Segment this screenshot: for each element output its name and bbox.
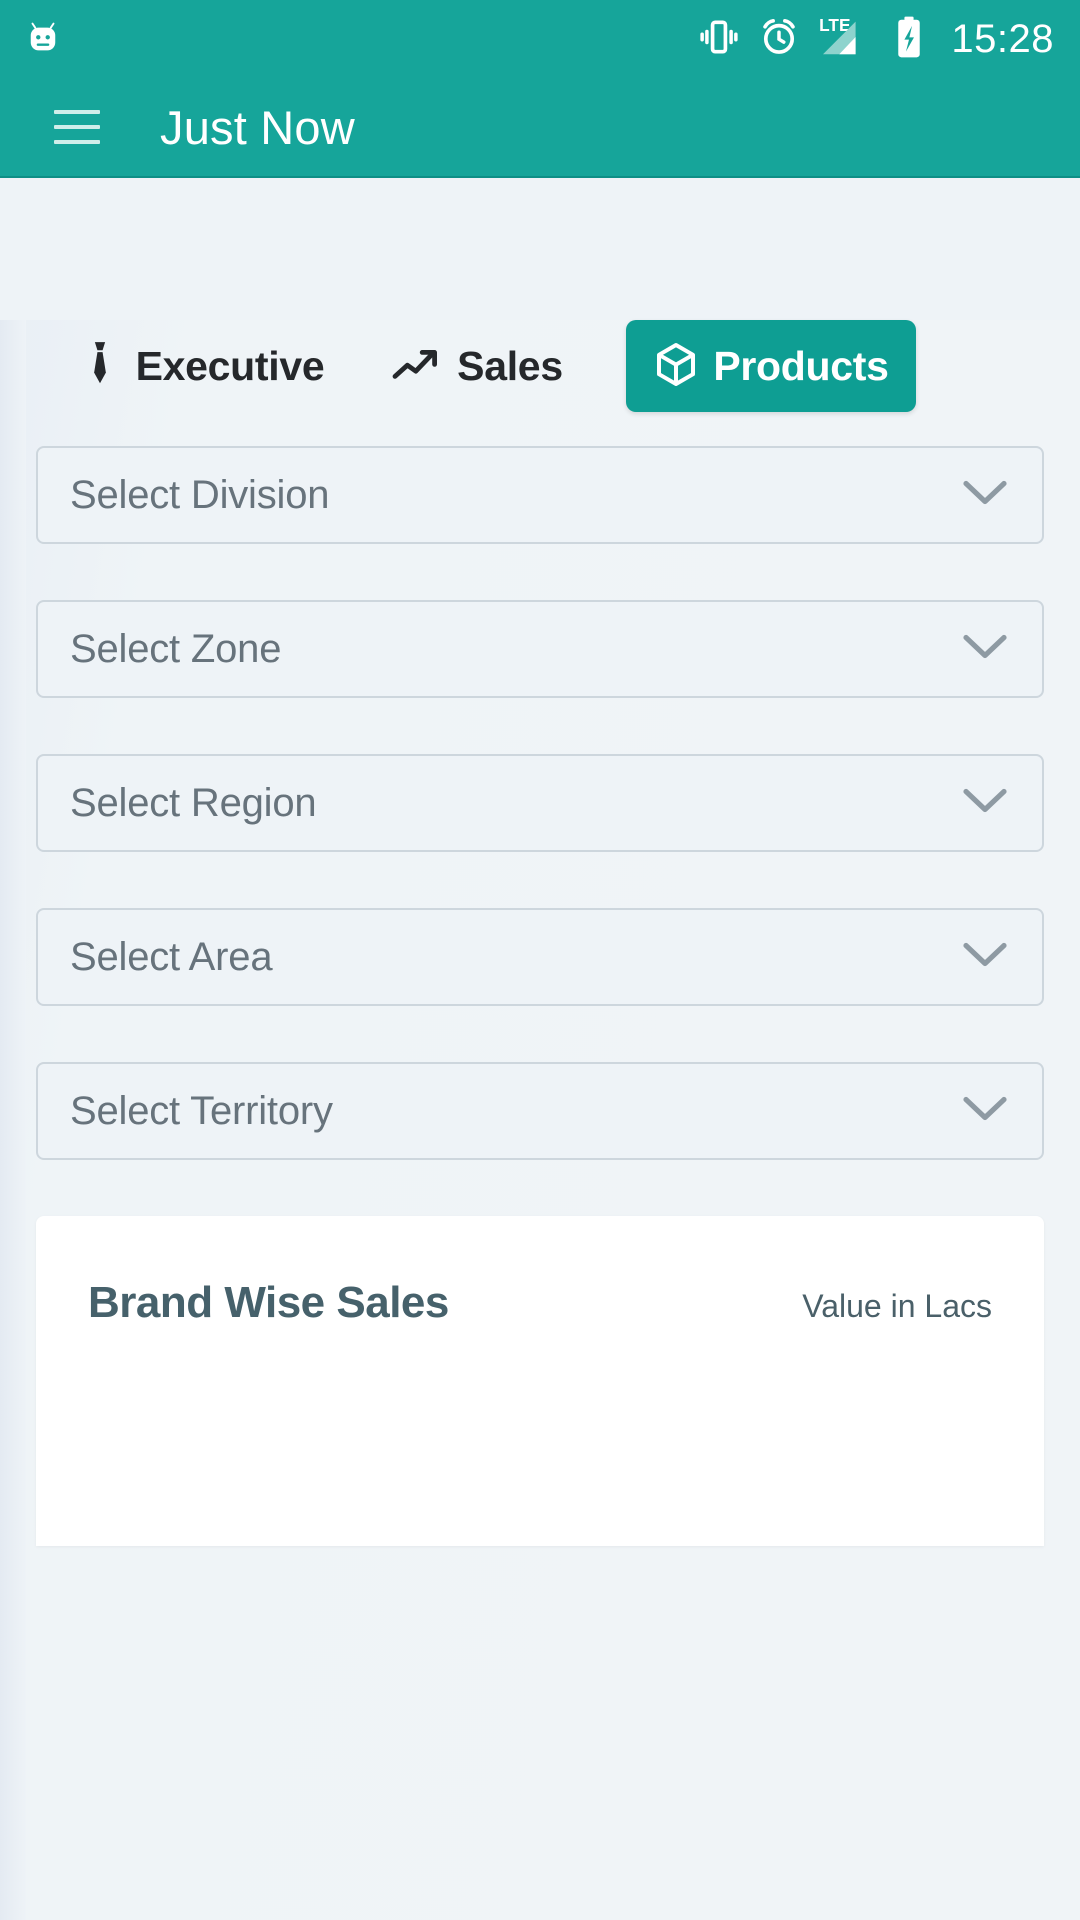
- necktie-icon: [78, 338, 122, 394]
- status-bar-clock: 15:28: [951, 17, 1054, 61]
- left-edge-shade: [0, 320, 26, 1920]
- tab-executive[interactable]: Executive: [36, 320, 366, 412]
- app-bar: Just Now: [0, 78, 1080, 178]
- chevron-down-icon: [962, 940, 1008, 975]
- select-territory-label: Select Territory: [70, 1088, 333, 1133]
- select-area-dropdown[interactable]: Select Area: [36, 908, 1044, 1006]
- select-zone-label: Select Zone: [70, 626, 282, 671]
- status-bar-right: LTE 15:28: [697, 14, 1054, 65]
- status-bar-left: [22, 18, 64, 60]
- chevron-down-icon: [962, 786, 1008, 821]
- cube-box-icon: [653, 341, 699, 391]
- tab-sales[interactable]: Sales: [366, 320, 588, 412]
- select-division-dropdown[interactable]: Select Division: [36, 446, 1044, 544]
- tab-executive-label: Executive: [135, 342, 325, 389]
- tab-products[interactable]: Products: [626, 320, 916, 412]
- alarm-icon: [757, 15, 801, 64]
- main-content: Executive Sales Products Select Division…: [0, 320, 1080, 1920]
- brand-wise-sales-title: Brand Wise Sales: [88, 1278, 449, 1327]
- tab-strip: Executive Sales Products: [36, 320, 1044, 412]
- select-region-dropdown[interactable]: Select Region: [36, 754, 1044, 852]
- brand-wise-sales-card: Brand Wise Sales Value in Lacs: [36, 1216, 1044, 1546]
- brand-wise-sales-card-header: Brand Wise Sales Value in Lacs: [88, 1278, 992, 1328]
- brand-wise-sales-subtitle: Value in Lacs: [802, 1288, 992, 1324]
- chevron-down-icon: [962, 632, 1008, 667]
- hamburger-menu-icon[interactable]: [54, 110, 100, 144]
- filter-dropdown-list: Select Division Select Zone Select Regio…: [36, 446, 1044, 1160]
- select-division-label: Select Division: [70, 472, 330, 517]
- page-title: Just Now: [160, 100, 355, 154]
- android-bot-icon: [22, 18, 64, 60]
- battery-charging-icon: [891, 14, 927, 65]
- select-region-label: Select Region: [70, 780, 317, 825]
- lte-signal-icon: LTE: [817, 14, 875, 65]
- trending-up-icon: [391, 346, 443, 386]
- chevron-down-icon: [962, 1094, 1008, 1129]
- select-zone-dropdown[interactable]: Select Zone: [36, 600, 1044, 698]
- vibrate-icon: [697, 15, 741, 64]
- chevron-down-icon: [962, 478, 1008, 513]
- status-bar: LTE 15:28: [0, 0, 1080, 78]
- select-territory-dropdown[interactable]: Select Territory: [36, 1062, 1044, 1160]
- tab-products-label: Products: [713, 342, 889, 389]
- select-area-label: Select Area: [70, 934, 273, 979]
- tab-sales-label: Sales: [457, 342, 563, 389]
